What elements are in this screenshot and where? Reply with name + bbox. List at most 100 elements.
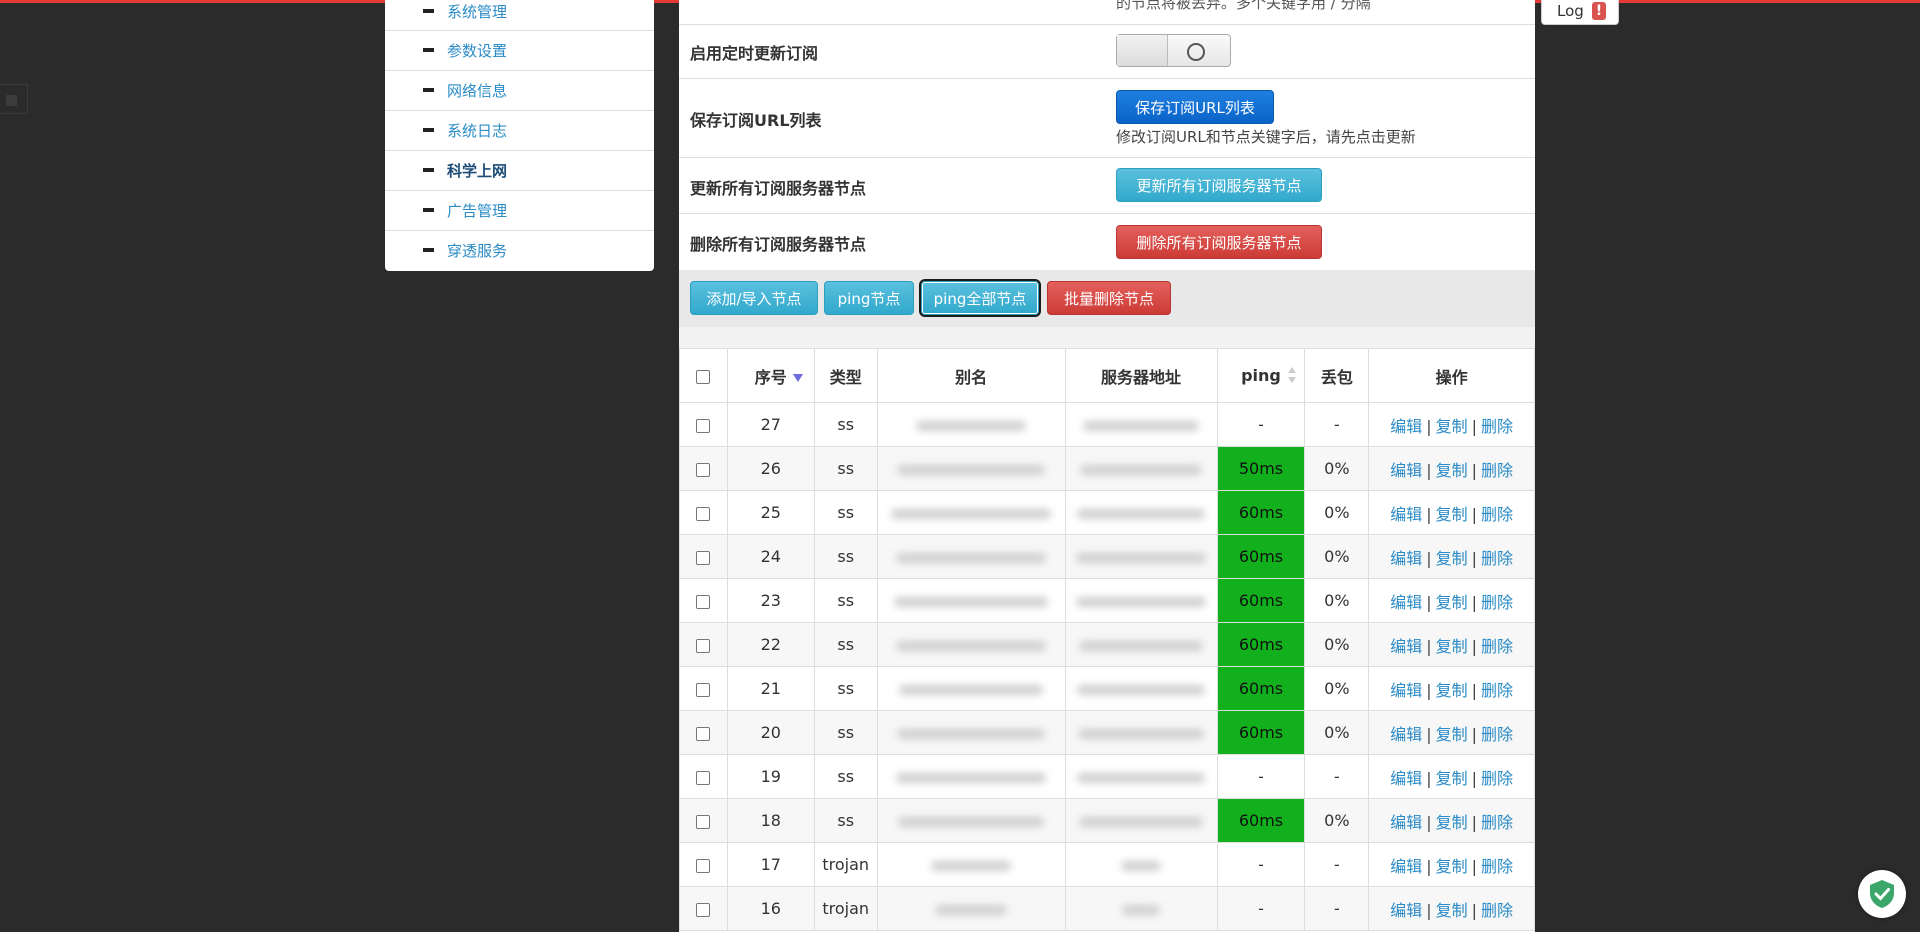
row-checkbox[interactable] xyxy=(696,418,711,433)
select-all-checkbox[interactable] xyxy=(696,369,711,384)
collapsed-panel-stub[interactable] xyxy=(0,84,28,114)
row-checkbox[interactable] xyxy=(696,462,711,477)
row-alias xyxy=(876,710,1066,755)
sidebar-item-tunnel[interactable]: 穿透服务 xyxy=(385,231,654,271)
table-row[interactable]: 27 ss - - 编辑 | 复制 | 删除 xyxy=(679,402,1535,447)
row-actions: 编辑 | 复制 | 删除 xyxy=(1368,754,1535,799)
edit-link[interactable]: 编辑 xyxy=(1390,901,1422,920)
copy-link[interactable]: 复制 xyxy=(1436,549,1468,568)
delete-link[interactable]: 删除 xyxy=(1481,857,1513,876)
edit-link[interactable]: 编辑 xyxy=(1390,505,1422,524)
table-row[interactable]: 22 ss 60ms 0% 编辑 | 复制 | 删除 xyxy=(679,622,1535,667)
table-row[interactable]: 26 ss 50ms 0% 编辑 | 复制 | 删除 xyxy=(679,446,1535,491)
row-checkbox[interactable] xyxy=(696,682,711,697)
col-loss: 丢包 xyxy=(1304,348,1370,403)
row-checkbox[interactable] xyxy=(696,550,711,565)
delete-link[interactable]: 删除 xyxy=(1481,725,1513,744)
log-button[interactable]: Log ! xyxy=(1541,0,1619,25)
select-all-cell xyxy=(679,348,728,403)
shield-check-icon[interactable] xyxy=(1858,870,1906,918)
save-urls-button[interactable]: 保存订阅URL列表 xyxy=(1116,90,1274,124)
table-row[interactable]: 21 ss 60ms 0% 编辑 | 复制 | 删除 xyxy=(679,666,1535,711)
edit-link[interactable]: 编辑 xyxy=(1390,857,1422,876)
edit-link[interactable]: 编辑 xyxy=(1390,549,1422,568)
edit-link[interactable]: 编辑 xyxy=(1390,417,1422,436)
row-checkbox[interactable] xyxy=(696,638,711,653)
delete-link[interactable]: 删除 xyxy=(1481,901,1513,920)
sort-desc-icon xyxy=(792,374,803,382)
sidebar-item-label: 网络信息 xyxy=(447,82,508,100)
copy-link[interactable]: 复制 xyxy=(1436,593,1468,612)
row-index: 17 xyxy=(726,842,815,887)
row-checkbox[interactable] xyxy=(696,770,711,785)
row-checkbox[interactable] xyxy=(696,858,711,873)
copy-link[interactable]: 复制 xyxy=(1436,769,1468,788)
delete-link[interactable]: 删除 xyxy=(1481,461,1513,480)
delete-link[interactable]: 删除 xyxy=(1481,813,1513,832)
sidebar-item-adblock[interactable]: 广告管理 xyxy=(385,191,654,231)
edit-link[interactable]: 编辑 xyxy=(1390,725,1422,744)
copy-link[interactable]: 复制 xyxy=(1436,857,1468,876)
delete-all-row: 删除所有订阅服务器节点 删除所有订阅服务器节点 xyxy=(679,214,1535,270)
row-actions: 编辑 | 复制 | 删除 xyxy=(1368,886,1535,931)
row-ping: - xyxy=(1216,402,1306,447)
auto-update-toggle[interactable] xyxy=(1116,34,1231,67)
copy-link[interactable]: 复制 xyxy=(1436,725,1468,744)
edit-link[interactable]: 编辑 xyxy=(1390,813,1422,832)
table-row[interactable]: 16 trojan - - 编辑 | 复制 | 删除 xyxy=(679,886,1535,931)
sidebar-item-network[interactable]: 网络信息 xyxy=(385,71,654,111)
copy-link[interactable]: 复制 xyxy=(1436,417,1468,436)
sidebar-item-logs[interactable]: 系统日志 xyxy=(385,111,654,151)
add-import-button[interactable]: 添加/导入节点 xyxy=(690,281,818,315)
table-row[interactable]: 17 trojan - - 编辑 | 复制 | 删除 xyxy=(679,842,1535,887)
copy-link[interactable]: 复制 xyxy=(1436,901,1468,920)
delete-all-button[interactable]: 删除所有订阅服务器节点 xyxy=(1116,225,1322,259)
table-row[interactable]: 19 ss - - 编辑 | 复制 | 删除 xyxy=(679,754,1535,799)
table-row[interactable]: 20 ss 60ms 0% 编辑 | 复制 | 删除 xyxy=(679,710,1535,755)
ping-all-button[interactable]: ping全部节点 xyxy=(919,279,1041,317)
row-type: ss xyxy=(813,578,878,623)
delete-link[interactable]: 删除 xyxy=(1481,417,1513,436)
update-all-button[interactable]: 更新所有订阅服务器节点 xyxy=(1116,168,1322,202)
table-row[interactable]: 24 ss 60ms 0% 编辑 | 复制 | 删除 xyxy=(679,534,1535,579)
edit-link[interactable]: 编辑 xyxy=(1390,461,1422,480)
row-checkbox[interactable] xyxy=(696,902,711,917)
sidebar-item-system[interactable]: 系统管理 xyxy=(385,0,654,31)
redacted-server xyxy=(1077,684,1206,695)
row-checkbox[interactable] xyxy=(696,594,711,609)
sidebar-item-proxy[interactable]: 科学上网 xyxy=(385,151,654,191)
edit-link[interactable]: 编辑 xyxy=(1390,769,1422,788)
row-checkbox[interactable] xyxy=(696,506,711,521)
col-type-label: 类型 xyxy=(829,367,862,387)
delete-link[interactable]: 删除 xyxy=(1481,549,1513,568)
col-ping-label: ping xyxy=(1241,366,1281,385)
table-row[interactable]: 18 ss 60ms 0% 编辑 | 复制 | 删除 xyxy=(679,798,1535,843)
delete-link[interactable]: 删除 xyxy=(1481,637,1513,656)
row-checkbox[interactable] xyxy=(696,814,711,829)
table-row[interactable]: 23 ss 60ms 0% 编辑 | 复制 | 删除 xyxy=(679,578,1535,623)
edit-link[interactable]: 编辑 xyxy=(1390,637,1422,656)
copy-link[interactable]: 复制 xyxy=(1436,461,1468,480)
shield-check-icon-svg xyxy=(1870,880,1894,908)
sidebar-item-params[interactable]: 参数设置 xyxy=(385,31,654,71)
copy-link[interactable]: 复制 xyxy=(1436,505,1468,524)
row-index: 27 xyxy=(726,402,815,447)
table-row[interactable]: 25 ss 60ms 0% 编辑 | 复制 | 删除 xyxy=(679,490,1535,535)
row-ping: 60ms xyxy=(1216,490,1306,535)
delete-link[interactable]: 删除 xyxy=(1481,505,1513,524)
col-index[interactable]: 序号 xyxy=(726,348,815,403)
delete-link[interactable]: 删除 xyxy=(1481,593,1513,612)
copy-link[interactable]: 复制 xyxy=(1436,813,1468,832)
delete-link[interactable]: 删除 xyxy=(1481,769,1513,788)
row-checkbox[interactable] xyxy=(696,726,711,741)
separator: | xyxy=(1426,460,1432,480)
edit-link[interactable]: 编辑 xyxy=(1390,681,1422,700)
copy-link[interactable]: 复制 xyxy=(1436,637,1468,656)
copy-link[interactable]: 复制 xyxy=(1436,681,1468,700)
delete-link[interactable]: 删除 xyxy=(1481,681,1513,700)
row-index: 21 xyxy=(726,666,815,711)
edit-link[interactable]: 编辑 xyxy=(1390,593,1422,612)
col-ping[interactable]: ping xyxy=(1216,348,1306,403)
ping-node-button[interactable]: ping节点 xyxy=(824,281,914,315)
batch-delete-button[interactable]: 批量删除节点 xyxy=(1047,281,1171,315)
